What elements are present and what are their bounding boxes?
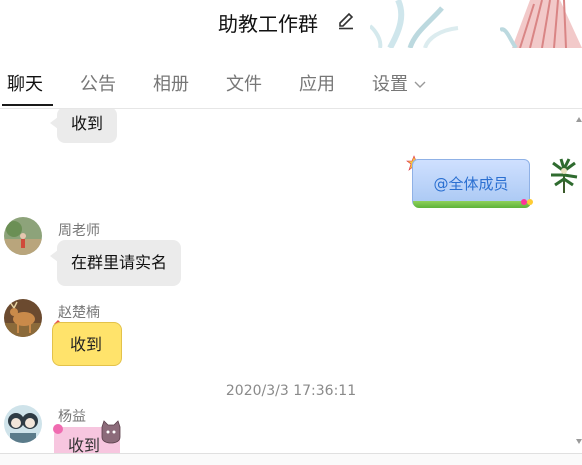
deer-avatar-icon [4,299,42,337]
input-toolbar [0,454,582,465]
tab-album[interactable]: 相册 [153,70,189,96]
message-bubble[interactable]: 收到 [52,322,122,366]
group-title: 助教工作群 [218,12,318,36]
couple-avatar-icon [4,405,42,443]
title-bar: 助教工作群 [0,0,582,48]
avatar[interactable] [4,299,42,337]
message-timestamp: 2020/3/3 17:36:11 [225,383,357,399]
tab-files[interactable]: 文件 [226,70,262,96]
mention-text: @全体成员 [433,175,509,193]
plant-decoration-left [370,0,459,48]
grass-decoration [413,201,531,208]
tab-settings-label: 设置 [372,74,408,95]
chat-messages-area[interactable]: 收到 @全体成员 周老师 在群里请实名 赵楚楠 收到 2020/3/3 17:3… [0,109,582,453]
flower-sticker-icon [521,199,533,205]
tab-settings[interactable]: 设置 [372,70,426,96]
message-bubble[interactable]: 收到 [49,109,118,143]
active-tab-underline [2,104,53,106]
avatar[interactable] [4,405,42,443]
scroll-down-arrow-icon[interactable] [576,439,582,444]
heart-sticker-icon [53,424,63,434]
cat-sticker-icon [101,420,121,444]
message-bubble-mention[interactable]: @全体成员 [412,159,531,208]
tab-bar: 聊天 公告 相册 文件 应用 设置 [0,58,582,108]
message-bubble[interactable]: 在群里请实名 [49,240,182,286]
umbrella-decoration-right [500,0,582,48]
chevron-down-icon [414,81,426,88]
tab-chat[interactable]: 聊天 [7,70,43,96]
tab-announcements[interactable]: 公告 [80,70,116,96]
person-avatar-icon [4,217,42,255]
avatar[interactable] [4,217,42,255]
tab-apps[interactable]: 应用 [299,70,335,96]
pencil-edit-icon[interactable] [337,12,355,30]
sender-name: 周老师 [58,223,100,239]
scroll-up-arrow-icon[interactable] [576,117,582,122]
chat-scrollbar[interactable] [576,109,582,453]
